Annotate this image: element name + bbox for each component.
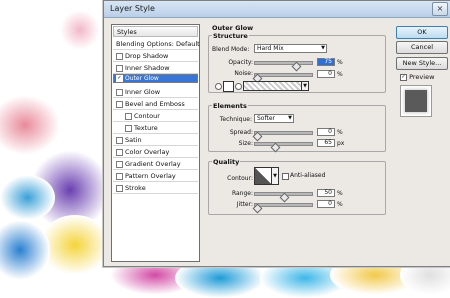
contour-picker[interactable] [254,167,272,185]
anti-aliased-checkbox[interactable] [282,173,289,180]
style-checkbox[interactable] [116,88,123,96]
jitter-label: Jitter: [236,201,253,208]
style-item-contour[interactable]: Contour [113,110,198,122]
outer-glow-title: Outer Glow [212,24,254,32]
preview-toggle[interactable]: ✓ Preview [400,73,434,81]
style-item-gradient-overlay[interactable]: Gradient Overlay [113,158,198,170]
title-bar[interactable]: Layer Style × [104,1,450,18]
style-item-label: Texture [134,124,158,132]
style-checkbox[interactable] [116,52,123,60]
new-style-button[interactable]: New Style... [396,57,448,70]
size-slider[interactable] [254,142,313,146]
opacity-label: Opacity: [228,59,253,66]
anti-aliased-label: Anti-aliased [290,172,326,179]
jitter-unit: % [337,201,343,208]
quality-title: Quality [212,158,241,166]
noise-field[interactable]: 0 [317,70,335,78]
style-item-label: Color Overlay [125,148,170,156]
jitter-slider[interactable] [254,203,313,207]
technique-select[interactable]: Softer ▼ [254,114,294,123]
chevron-down-icon: ▼ [273,173,277,179]
gradient-dropdown[interactable]: ▼ [301,81,309,91]
style-checkbox[interactable] [116,64,123,72]
style-item-label: Inner Glow [125,88,161,96]
style-item-pattern-overlay[interactable]: Pattern Overlay [113,170,198,182]
noise-slider[interactable] [254,73,313,77]
glow-color-swatch[interactable] [223,81,234,92]
style-checkbox[interactable] [116,100,123,108]
cancel-button[interactable]: Cancel [396,41,448,54]
preview-swatch [405,90,427,112]
solid-color-radio[interactable] [215,83,222,90]
style-item-label: Contour [134,112,160,120]
dialog-title: Layer Style [110,4,155,13]
style-item-label: Drop Shadow [125,52,169,60]
style-checkbox[interactable] [116,148,123,156]
styles-list: Styles Blending Options: Default Drop Sha… [111,24,200,262]
style-item-drop-shadow[interactable]: Drop Shadow [113,50,198,62]
chevron-down-icon: ▼ [303,83,307,89]
spread-unit: % [337,129,343,136]
layer-style-dialog: Layer Style × Styles Blending Options: D… [103,0,450,267]
opacity-field[interactable]: 75 [317,58,335,66]
styles-header[interactable]: Styles [113,26,198,37]
style-item-stroke[interactable]: Stroke [113,182,198,194]
style-checkbox[interactable] [125,124,132,132]
noise-label: Noise: [234,70,253,77]
style-checkbox[interactable] [116,172,123,180]
opacity-slider[interactable] [254,61,313,65]
size-unit: px [337,140,345,147]
style-item-label: Outer Glow [125,75,159,82]
style-item-satin[interactable]: Satin [113,134,198,146]
blend-mode-value: Hard Mix [257,45,284,52]
style-item-bevel-and-emboss[interactable]: Bevel and Emboss [113,98,198,110]
spread-field[interactable]: 0 [317,128,335,136]
style-item-label: Blending Options: Default [116,40,200,48]
preview-checkbox[interactable]: ✓ [400,73,407,81]
jitter-field[interactable]: 0 [317,200,335,208]
style-item-color-overlay[interactable]: Color Overlay [113,146,198,158]
structure-title: Structure [212,32,249,40]
size-field[interactable]: 65 [317,139,335,147]
close-icon[interactable]: × [432,2,448,16]
style-item-blending-options-default[interactable]: Blending Options: Default [113,38,200,50]
technique-value: Softer [257,115,275,122]
style-item-inner-glow[interactable]: Inner Glow [113,86,198,98]
technique-label: Technique: [219,116,252,123]
range-unit: % [337,190,343,197]
spread-slider[interactable] [254,131,313,135]
range-label: Range: [231,190,253,197]
blend-mode-label: Blend Mode: [212,46,250,53]
elements-title: Elements [212,102,248,110]
spread-label: Spread: [229,129,253,136]
style-item-label: Pattern Overlay [125,172,176,180]
contour-dropdown[interactable]: ▼ [271,167,279,185]
style-item-inner-shadow[interactable]: Inner Shadow [113,62,198,74]
chevron-down-icon: ▼ [288,115,292,121]
opacity-unit: % [337,59,343,66]
gradient-radio[interactable] [235,83,242,90]
style-preview [400,85,432,117]
style-checkbox[interactable] [125,112,132,120]
range-field[interactable]: 50 [317,189,335,197]
ok-button[interactable]: OK [396,26,448,39]
contour-label: Contour: [227,175,253,182]
style-checkbox[interactable] [116,160,123,168]
style-item-label: Bevel and Emboss [125,100,185,108]
style-checkbox[interactable] [116,184,123,192]
style-item-label: Inner Shadow [125,64,170,72]
noise-unit: % [337,71,343,78]
style-item-label: Gradient Overlay [125,160,181,168]
style-item-label: Stroke [125,184,146,192]
style-checkbox[interactable]: ✓ [116,75,123,82]
gradient-picker[interactable] [243,81,302,91]
style-item-outer-glow[interactable]: ✓ Outer Glow [113,74,198,83]
size-label: Size: [238,140,253,147]
style-item-label: Satin [125,136,142,144]
style-item-texture[interactable]: Texture [113,122,198,134]
preview-label: Preview [409,73,435,81]
blend-mode-select[interactable]: Hard Mix ▼ [254,44,327,53]
chevron-down-icon: ▼ [321,45,325,51]
style-checkbox[interactable] [116,136,123,144]
